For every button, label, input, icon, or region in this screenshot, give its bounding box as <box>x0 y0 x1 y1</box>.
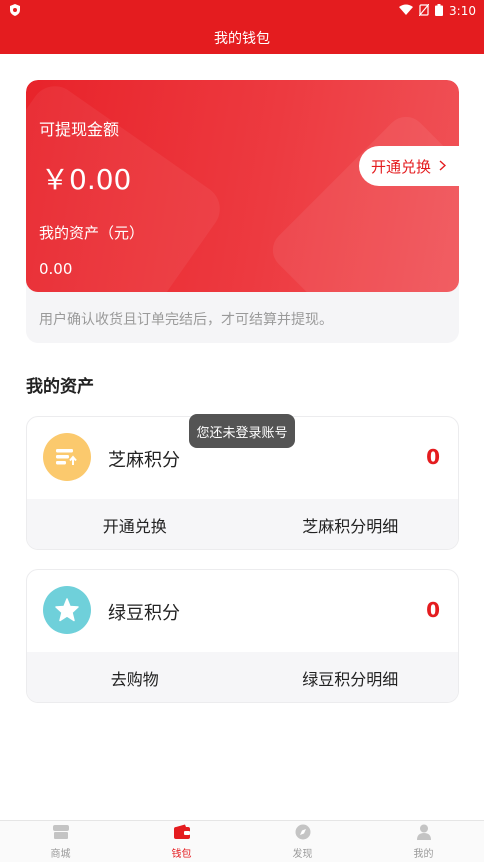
clock-time: 3:10 <box>449 4 476 18</box>
tab-wallet[interactable]: 钱包 <box>121 821 242 862</box>
settlement-note: 用户确认收货且订单完结后，才可结算并提现。 <box>39 312 333 328</box>
card-decoration <box>264 108 459 292</box>
tab-store-label: 商城 <box>50 848 71 860</box>
star-icon <box>43 586 91 634</box>
store-icon <box>52 824 70 843</box>
page-title: 我的钱包 <box>214 31 270 47</box>
sesame-points-name: 芝麻积分 <box>108 450 180 471</box>
page-header: 我的钱包 <box>0 22 484 54</box>
mungbean-points-detail-button[interactable]: 绿豆积分明细 <box>243 652 459 702</box>
bottom-tab-bar: 商城 钱包 发现 我的 <box>0 820 484 862</box>
withdraw-amount-label: 可提现金额 <box>39 120 120 139</box>
wallet-icon <box>173 824 191 843</box>
wallet-balance-panel: 可提现金额 ￥0.00 我的资产（元） 0.00 开通兑换 <box>26 80 459 292</box>
mungbean-points-card: 绿豆积分 0 去购物 绿豆积分明细 <box>26 569 459 703</box>
sesame-points-detail-button[interactable]: 芝麻积分明细 <box>243 499 459 549</box>
asset-value: 0.00 <box>39 260 73 278</box>
wifi-icon <box>399 4 414 18</box>
sesame-points-icon <box>43 433 91 481</box>
tab-profile[interactable]: 我的 <box>363 821 484 862</box>
battery-icon <box>435 3 444 19</box>
no-sim-icon <box>418 3 430 19</box>
asset-label: 我的资产（元） <box>39 224 145 242</box>
login-required-toast: 您还未登录账号 <box>189 414 295 448</box>
withdraw-amount-value: ￥0.00 <box>41 163 132 196</box>
wallet-card: 可提现金额 ￥0.00 我的资产（元） 0.00 开通兑换 用户确认收货且订单完… <box>26 80 459 343</box>
open-exchange-button[interactable]: 开通兑换 <box>359 146 459 186</box>
mungbean-points-name: 绿豆积分 <box>108 603 180 624</box>
shield-notification-icon <box>10 3 20 19</box>
tab-wallet-label: 钱包 <box>171 848 192 860</box>
my-assets-heading: 我的资产 <box>26 377 94 397</box>
tab-profile-label: 我的 <box>413 848 434 860</box>
sesame-open-exchange-button[interactable]: 开通兑换 <box>27 499 243 549</box>
tab-discover[interactable]: 发现 <box>242 821 363 862</box>
sesame-points-actions: 开通兑换 芝麻积分明细 <box>27 499 459 549</box>
open-exchange-label: 开通兑换 <box>371 157 432 176</box>
sesame-points-value: 0 <box>426 445 440 469</box>
tab-store[interactable]: 商城 <box>0 821 121 862</box>
mungbean-points-value: 0 <box>426 598 440 622</box>
mungbean-points-row[interactable]: 绿豆积分 0 <box>27 570 458 652</box>
user-icon <box>415 824 433 843</box>
go-shopping-button[interactable]: 去购物 <box>27 652 243 702</box>
chevron-right-icon <box>439 157 447 175</box>
compass-icon <box>294 824 312 843</box>
mungbean-points-actions: 去购物 绿豆积分明细 <box>27 652 459 702</box>
status-bar: 3:10 <box>0 0 484 22</box>
tab-discover-label: 发现 <box>292 848 313 860</box>
